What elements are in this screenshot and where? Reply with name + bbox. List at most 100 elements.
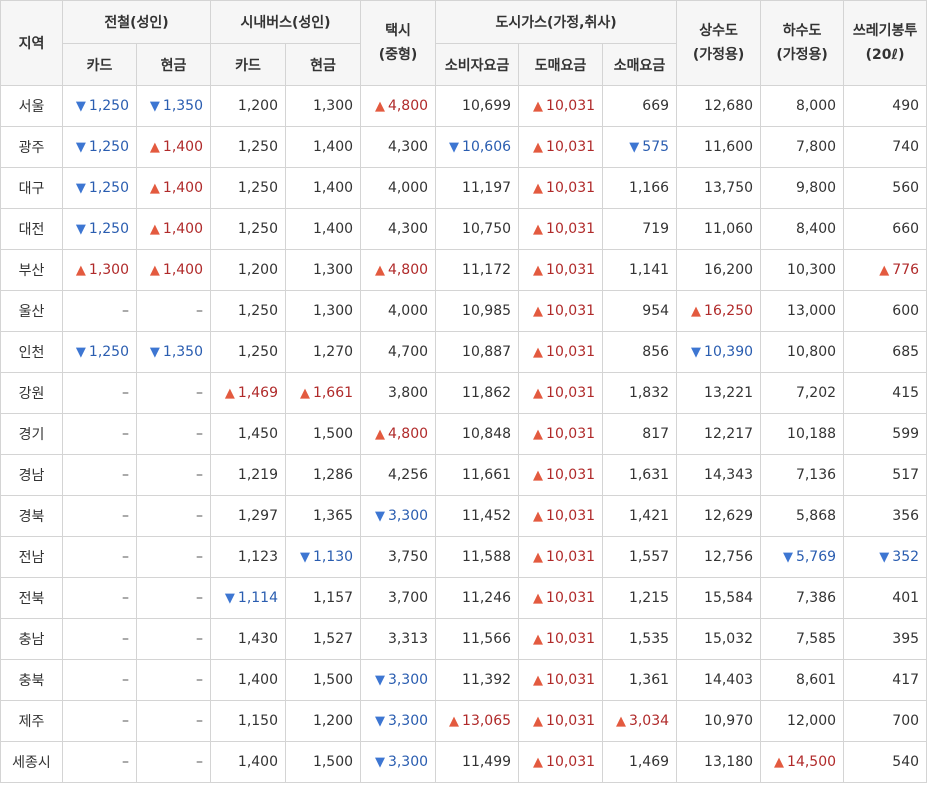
cell-value: 817 [642,426,670,442]
value-cell: ▲ 4,800 [360,413,437,455]
value-cell: 719 [602,208,678,250]
cell-value: 4,000 [387,180,429,196]
cell-value: 13,065 [462,713,512,729]
value-cell: 1,215 [602,577,678,619]
utility-fee-table: 지역 전철(성인) 시내버스(성인) 택시 (중형) 도시가스(가정,취사) 상… [0,0,927,783]
cell-value: 15,584 [704,590,754,606]
value-cell: 1,557 [602,536,678,578]
value-cell: 16,200 [676,249,762,291]
up-triangle-icon: ▲ [533,99,544,114]
cell-value: 10,750 [462,221,512,237]
cell-value: – [196,713,204,729]
region-cell: 대전 [0,208,63,250]
value-cell: 1,123 [210,536,287,578]
value-cell: 13,000 [760,290,845,332]
value-cell: 685 [843,331,927,373]
region-cell: 서울 [0,85,63,127]
value-cell: 415 [843,372,927,414]
cell-value: 1,250 [88,180,129,196]
cell-value: 1,527 [312,631,354,647]
cell-value: 700 [892,713,920,729]
value-cell: 9,800 [760,167,845,209]
value-cell: ▼ 1,130 [285,536,362,578]
cell-value: 12,000 [787,713,837,729]
cell-value: 16,250 [704,303,754,319]
cell-value: 1,200 [237,98,279,114]
cell-value: 1,157 [312,590,354,606]
value-cell: 1,250 [210,208,287,250]
table-row: 경기 – –1,450 1,500 ▲ 4,800 10,848 ▲ 10,031 817 12,2… [0,413,927,455]
value-cell: 1,361 [602,659,678,701]
value-cell: ▲ 10,031 [518,249,604,291]
value-cell: 11,246 [435,577,520,619]
value-cell: 395 [843,618,927,660]
value-cell: 599 [843,413,927,455]
up-triangle-icon: ▲ [149,263,160,278]
down-triangle-icon: ▼ [75,99,86,114]
cell-value: 1,469 [628,754,670,770]
cell-value: 10,031 [546,344,596,360]
value-cell: 3,700 [360,577,437,619]
down-triangle-icon: ▼ [374,755,385,770]
cell-value: 5,868 [795,508,837,524]
value-cell: 5,868 [760,495,845,537]
cell-value: 11,452 [462,508,512,524]
cell-value: 1,430 [237,631,279,647]
header-subway-card: 카드 [62,43,137,86]
cell-value: 3,300 [387,713,429,729]
value-cell: 1,365 [285,495,362,537]
value-cell: – [62,290,137,332]
region-cell: 경북 [0,495,63,537]
cell-value: 4,256 [387,467,429,483]
cell-value: 4,800 [387,426,429,442]
value-cell: ▲ 10,031 [518,126,604,168]
value-cell: 700 [843,700,927,742]
value-cell: 1,469 [602,741,678,783]
cell-value: 10,031 [546,590,596,606]
header-subway-cash: 현금 [135,43,212,86]
cell-value: 7,800 [795,139,837,155]
value-cell: – [135,741,212,783]
value-cell: 560 [843,167,927,209]
cell-value: 14,500 [787,754,837,770]
cell-value: 12,629 [704,508,754,524]
cell-value: 600 [892,303,920,319]
value-cell: 11,172 [435,249,520,291]
cell-value: 3,800 [387,385,429,401]
cell-value: 11,566 [462,631,512,647]
cell-value: 10,031 [546,98,596,114]
up-triangle-icon: ▲ [533,550,544,565]
value-cell: ▲ 10,031 [518,536,604,578]
value-cell: ▲ 14,500 [760,741,845,783]
up-triangle-icon: ▲ [149,181,160,196]
header-water: 상수도 (가정용) [676,0,762,86]
header-gas-wholesale: 도매요금 [518,43,604,86]
header-gas: 도시가스(가정,취사) [435,0,678,44]
cell-value: 11,862 [462,385,512,401]
cell-value: – [122,754,129,770]
value-cell: ▲ 776 [843,249,927,291]
value-cell: ▼ 3,300 [360,741,437,783]
cell-value: 1,297 [237,508,279,524]
cell-value: 1,557 [628,549,670,565]
value-cell: – [62,536,137,578]
cell-value: 10,031 [546,385,596,401]
cell-value: 1,300 [312,303,354,319]
value-cell: 11,661 [435,454,520,496]
header-trash-label: 쓰레기봉투 [852,23,918,39]
value-cell: ▼ 575 [602,126,678,168]
value-cell: 12,680 [676,85,762,127]
cell-value: 3,300 [387,672,429,688]
up-triangle-icon: ▲ [774,755,785,770]
cell-value: 10,031 [546,672,596,688]
cell-value: 1,250 [88,221,129,237]
cell-value: – [196,385,204,401]
cell-value: 12,756 [704,549,754,565]
down-triangle-icon: ▼ [374,714,385,729]
table-row: 충북 – – 1,400 1,500 ▼ 3,300 11,392 ▲ 10,031 1,361 14… [0,659,927,701]
value-cell: 10,985 [435,290,520,332]
value-cell: 10,188 [760,413,845,455]
cell-value: 12,217 [704,426,754,442]
cell-value: 4,800 [387,98,429,114]
value-cell: 1,250 [210,290,287,332]
